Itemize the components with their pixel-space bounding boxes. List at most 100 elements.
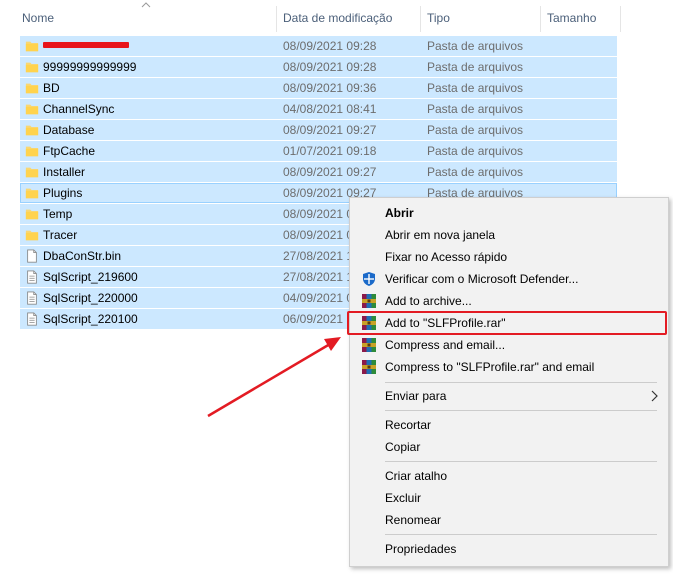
file-date: 08/09/2021 0 bbox=[283, 228, 354, 242]
menu-item-label: Enviar para bbox=[385, 389, 447, 403]
menu-item-pin-quick-access[interactable]: Fixar no Acesso rápido bbox=[350, 246, 668, 268]
menu-item-compress-rar-email[interactable]: Compress to "SLFProfile.rar" and email bbox=[350, 356, 668, 378]
folder-icon bbox=[25, 102, 39, 116]
file-name: FtpCache bbox=[43, 144, 96, 158]
column-name[interactable]: Nome bbox=[22, 11, 54, 25]
file-row[interactable]: 08/09/2021 09:28 Pasta de arquivos bbox=[20, 36, 617, 56]
text-file-icon bbox=[25, 312, 39, 326]
file-date: 08/09/2021 09:28 bbox=[283, 60, 377, 74]
file-row[interactable]: FtpCache 01/07/2021 09:18 Pasta de arquivo… bbox=[20, 141, 617, 161]
menu-separator bbox=[385, 534, 657, 535]
text-file-icon bbox=[25, 270, 39, 284]
file-row[interactable]: Database 08/09/2021 09:27 Pasta de arquivo… bbox=[20, 120, 617, 140]
file-type: Pasta de arquivos bbox=[427, 123, 524, 137]
file-date: 27/08/2021 1 bbox=[283, 270, 354, 284]
file-date: 08/09/2021 0 bbox=[283, 207, 354, 221]
menu-separator bbox=[385, 382, 657, 383]
file-date: 06/09/2021 1 bbox=[283, 312, 354, 326]
column-type[interactable]: Tipo bbox=[427, 11, 450, 25]
text-file-icon bbox=[25, 291, 39, 305]
column-header-bar: Nome Data de modificação Tipo Tamanho bbox=[0, 0, 673, 34]
context-menu: Abrir Abrir em nova janela Fixar no Aces… bbox=[349, 197, 669, 567]
menu-separator bbox=[385, 410, 657, 411]
menu-item-label: Abrir bbox=[385, 206, 414, 220]
folder-icon bbox=[25, 186, 39, 200]
menu-item-label: Verificar com o Microsoft Defender... bbox=[385, 272, 579, 286]
column-size[interactable]: Tamanho bbox=[547, 11, 596, 25]
file-date: 08/09/2021 09:27 bbox=[283, 123, 377, 137]
folder-icon bbox=[25, 165, 39, 179]
file-type: Pasta de arquivos bbox=[427, 102, 524, 116]
file-name: SqlScript_219600 bbox=[43, 270, 138, 284]
sort-ascending-icon bbox=[141, 2, 151, 8]
menu-item-label: Propriedades bbox=[385, 542, 457, 556]
file-name: Database bbox=[43, 123, 95, 137]
file-name: Tracer bbox=[43, 228, 78, 242]
menu-item-label: Copiar bbox=[385, 440, 421, 454]
file-name: Plugins bbox=[43, 186, 83, 200]
column-divider[interactable] bbox=[540, 6, 541, 32]
menu-item-label: Abrir em nova janela bbox=[385, 228, 496, 242]
winrar-icon bbox=[362, 294, 376, 308]
folder-icon bbox=[25, 123, 39, 137]
folder-icon bbox=[25, 60, 39, 74]
file-name: ChannelSync bbox=[43, 102, 115, 116]
menu-item-add-to-archive[interactable]: Add to archive... bbox=[350, 290, 668, 312]
file-type: Pasta de arquivos bbox=[427, 144, 524, 158]
file-date: 08/09/2021 09:27 bbox=[283, 165, 377, 179]
file-name: Temp bbox=[43, 207, 73, 221]
file-date: 04/09/2021 0 bbox=[283, 291, 354, 305]
column-divider[interactable] bbox=[620, 6, 621, 32]
menu-item-label: Compress to "SLFProfile.rar" and email bbox=[385, 360, 595, 374]
menu-item-create-shortcut[interactable]: Criar atalho bbox=[350, 465, 668, 487]
file-icon bbox=[25, 249, 39, 263]
folder-icon bbox=[25, 207, 39, 221]
file-row[interactable]: 99999999999999 08/09/2021 09:28 Pasta de a… bbox=[20, 57, 617, 77]
menu-item-cut[interactable]: Recortar bbox=[350, 414, 668, 436]
menu-item-label: Recortar bbox=[385, 418, 432, 432]
column-divider[interactable] bbox=[276, 6, 277, 32]
folder-icon bbox=[25, 39, 39, 53]
menu-item-compress-email[interactable]: Compress and email... bbox=[350, 334, 668, 356]
file-date: 27/08/2021 1 bbox=[283, 249, 354, 263]
file-row[interactable]: Installer 08/09/2021 09:27 Pasta de arquiv… bbox=[20, 162, 617, 182]
file-name: SqlScript_220000 bbox=[43, 291, 138, 305]
menu-item-open[interactable]: Abrir bbox=[350, 202, 668, 224]
menu-item-open-new-window[interactable]: Abrir em nova janela bbox=[350, 224, 668, 246]
menu-item-label: Add to "SLFProfile.rar" bbox=[385, 316, 506, 330]
winrar-icon bbox=[362, 360, 376, 374]
file-name: BD bbox=[43, 81, 60, 95]
file-name: SqlScript_220100 bbox=[43, 312, 138, 326]
file-date: 04/08/2021 08:41 bbox=[283, 102, 377, 116]
file-date: 01/07/2021 09:18 bbox=[283, 144, 377, 158]
folder-icon bbox=[25, 144, 39, 158]
file-date: 08/09/2021 09:28 bbox=[283, 39, 377, 53]
menu-item-copy[interactable]: Copiar bbox=[350, 436, 668, 458]
file-row[interactable]: ChannelSync 04/08/2021 08:41 Pasta de arqu… bbox=[20, 99, 617, 119]
file-name: 99999999999999 bbox=[43, 60, 137, 74]
folder-icon bbox=[25, 81, 39, 95]
menu-item-defender-scan[interactable]: Verificar com o Microsoft Defender... bbox=[350, 268, 668, 290]
file-row[interactable]: BD 08/09/2021 09:36 Pasta de arquivos bbox=[20, 78, 617, 98]
file-type: Pasta de arquivos bbox=[427, 81, 524, 95]
menu-item-rename[interactable]: Renomear bbox=[350, 509, 668, 531]
file-name: Installer bbox=[43, 165, 86, 179]
defender-shield-icon bbox=[363, 272, 375, 286]
redaction-mark bbox=[43, 42, 129, 48]
winrar-icon bbox=[362, 316, 376, 330]
menu-item-label: Fixar no Acesso rápido bbox=[385, 250, 508, 264]
winrar-icon bbox=[362, 338, 376, 352]
column-divider[interactable] bbox=[420, 6, 421, 32]
file-name: DbaConStr.bin bbox=[43, 249, 122, 263]
menu-item-label: Compress and email... bbox=[385, 338, 506, 352]
file-type: Pasta de arquivos bbox=[427, 60, 524, 74]
menu-item-label: Excluir bbox=[385, 491, 422, 505]
menu-item-delete[interactable]: Excluir bbox=[350, 487, 668, 509]
file-type: Pasta de arquivos bbox=[427, 165, 524, 179]
menu-item-add-to-rar[interactable]: Add to "SLFProfile.rar" bbox=[350, 312, 668, 334]
menu-item-send-to[interactable]: Enviar para bbox=[350, 385, 668, 407]
chevron-right-icon bbox=[651, 390, 658, 402]
menu-item-properties[interactable]: Propriedades bbox=[350, 538, 668, 560]
column-date[interactable]: Data de modificação bbox=[283, 11, 392, 25]
folder-icon bbox=[25, 228, 39, 242]
